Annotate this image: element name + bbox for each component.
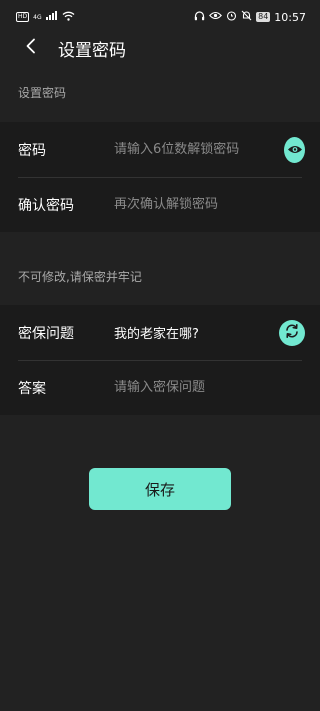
alarm-icon	[226, 10, 237, 24]
toggle-visibility-button[interactable]	[284, 136, 305, 163]
password-row: 密码	[0, 122, 320, 177]
headphones-icon	[194, 10, 205, 24]
password-section-hint: 设置密码	[18, 86, 67, 100]
confirm-password-row: 确认密码	[0, 177, 320, 232]
security-question-value: 我的老家在哪?	[114, 327, 199, 342]
wifi-icon	[62, 11, 75, 24]
clock: 10:57	[274, 10, 306, 24]
status-left: HD 4G	[16, 11, 75, 24]
confirm-password-label: 确认密码	[18, 197, 74, 214]
answer-label: 答案	[18, 380, 46, 397]
signal-type: 4G	[33, 13, 42, 21]
security-question-row: 密保问题 我的老家在哪?	[0, 305, 320, 360]
refresh-icon	[284, 323, 300, 343]
nav-bar: 设置密码	[0, 34, 320, 62]
security-question-label: 密保问题	[18, 325, 74, 342]
eye-icon	[287, 140, 303, 159]
security-section-hint: 不可修改,请保密并牢记	[18, 270, 142, 284]
security-group: 密保问题 我的老家在哪? 答案	[0, 305, 320, 415]
signal-icon	[45, 11, 58, 23]
chevron-left-icon	[25, 38, 37, 58]
mute-bell-icon	[241, 10, 252, 24]
password-input[interactable]	[114, 142, 284, 157]
back-button[interactable]	[18, 34, 44, 62]
confirm-password-input[interactable]	[114, 197, 320, 212]
eye-icon	[209, 11, 223, 23]
password-group: 密码 确认密码	[0, 122, 320, 232]
switch-question-button[interactable]	[279, 319, 305, 346]
status-right: 84 10:57	[194, 10, 306, 24]
save-button[interactable]: 保存	[89, 468, 231, 510]
hd-badge: HD	[16, 12, 30, 22]
status-bar: HD 4G 84 10:57	[0, 0, 320, 34]
answer-input[interactable]	[114, 380, 320, 395]
battery-indicator: 84	[256, 12, 271, 22]
answer-row: 答案	[0, 360, 320, 415]
password-label: 密码	[18, 142, 46, 159]
page-title: 设置密码	[58, 40, 126, 61]
